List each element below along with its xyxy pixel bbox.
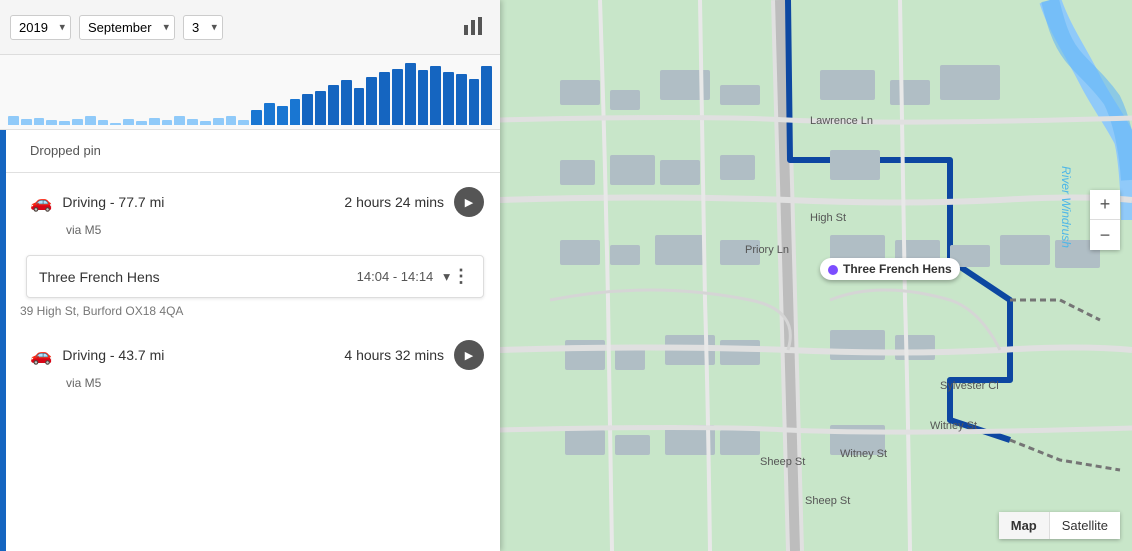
chart-bar	[456, 74, 467, 125]
chart-bar	[8, 116, 19, 125]
road-label-witney-2: Witney St	[930, 420, 977, 432]
day-select-wrapper[interactable]: 3 1 2	[183, 15, 223, 40]
second-drive-info: Driving - 43.7 mi	[62, 347, 344, 363]
chart-bar	[277, 106, 288, 125]
first-drive-via: via M5	[6, 221, 500, 247]
satellite-button[interactable]: Satellite	[1050, 512, 1120, 539]
chart-bar	[328, 85, 339, 125]
top-bar: 2019 2018 2020 September January Februar…	[0, 0, 500, 55]
first-drive-row: 🚗 Driving - 77.7 mi 2 hours 24 mins ▶	[6, 173, 500, 221]
first-drive-info: Driving - 77.7 mi	[62, 194, 344, 210]
second-drive-duration: 4 hours 32 mins	[344, 347, 444, 363]
dropped-pin-label: Dropped pin	[30, 143, 101, 158]
chart-bar	[213, 118, 224, 125]
chart-bar	[443, 72, 454, 125]
year-select-wrapper[interactable]: 2019 2018 2020	[10, 15, 71, 40]
road-label-lawrence: Lawrence Ln	[810, 115, 873, 127]
chart-bar	[149, 118, 160, 125]
month-select-wrapper[interactable]: September January February	[79, 15, 175, 40]
zoom-in-button[interactable]: +	[1090, 190, 1120, 220]
left-panel: 2019 2018 2020 September January Februar…	[0, 0, 500, 551]
chart-bar	[302, 94, 313, 125]
chart-bar	[354, 88, 365, 125]
road-label-priory: Priory Ln	[745, 244, 789, 256]
chart-bar	[200, 121, 211, 125]
chart-bar	[392, 69, 403, 125]
road-label-sheep-2: Sheep St	[760, 456, 805, 468]
first-drive-play-button[interactable]: ▶	[454, 187, 484, 217]
river-label: River Windrush	[1059, 166, 1073, 248]
chart-bar	[430, 66, 441, 125]
second-drive-play-button[interactable]: ▶	[454, 340, 484, 370]
chart-bar	[341, 80, 352, 125]
accent-bar	[0, 130, 6, 551]
year-select[interactable]: 2019 2018 2020	[10, 15, 71, 40]
chart-bar	[72, 119, 83, 125]
road-label-witney: Witney St	[840, 448, 887, 460]
bar-chart-icon	[462, 15, 484, 37]
location-more-button[interactable]: ⋮	[452, 266, 471, 287]
day-select[interactable]: 3 1 2	[183, 15, 223, 40]
chart-bar	[379, 72, 390, 125]
chart-bar	[315, 91, 326, 125]
location-address: 39 High St, Burford OX18 4QA	[0, 302, 500, 326]
second-drive-row: 🚗 Driving - 43.7 mi 4 hours 32 mins ▶	[6, 326, 500, 374]
chart-bar	[405, 63, 416, 125]
location-time: 14:04 - 14:14	[357, 269, 434, 284]
chart-bar	[238, 120, 249, 125]
map-button[interactable]: Map	[999, 512, 1050, 539]
car-icon: 🚗	[30, 192, 52, 213]
chart-bar	[34, 118, 45, 125]
chart-bar-last	[481, 66, 492, 125]
chart-bar	[59, 121, 70, 125]
location-chevron-button[interactable]: ▾	[443, 269, 450, 285]
car-icon-2: 🚗	[30, 345, 52, 366]
month-select[interactable]: September January February	[79, 15, 175, 40]
chart-bar	[98, 120, 109, 125]
road-label-high: High St	[810, 212, 846, 224]
dropped-pin-section: Dropped pin	[6, 130, 500, 173]
chart-bar	[123, 119, 134, 125]
road-label-sheep-3: Sheep St	[805, 495, 850, 507]
map-type-buttons: Map Satellite	[999, 512, 1120, 539]
chart-bar	[110, 123, 121, 125]
first-drive-duration: 2 hours 24 mins	[344, 194, 444, 210]
map-svg	[500, 0, 1132, 551]
chart-bar	[226, 116, 237, 125]
panel-content: Dropped pin 🚗 Driving - 77.7 mi 2 hours …	[0, 130, 500, 551]
road-label-sylvester: Sylvester Cl	[940, 380, 999, 392]
chart-bar	[162, 120, 173, 125]
second-drive-via: via M5	[6, 374, 500, 400]
location-card[interactable]: Three French Hens 14:04 - 14:14 ▾ ⋮	[26, 255, 484, 298]
chart-bar	[264, 103, 275, 125]
chart-bar	[469, 79, 480, 126]
chart-icon-button[interactable]	[456, 9, 490, 46]
chart-bar	[21, 119, 32, 125]
chart-bar	[366, 77, 377, 125]
chart-area	[0, 55, 500, 130]
chart-bar	[174, 116, 185, 125]
chart-bar	[85, 116, 96, 125]
chart-bar	[418, 70, 429, 125]
map-pin[interactable]: Three French Hens	[820, 258, 960, 280]
zoom-out-button[interactable]: −	[1090, 220, 1120, 250]
chart-bar	[136, 121, 147, 125]
map-area: Lawrence Ln High St Priory Ln Witney St …	[500, 0, 1132, 551]
chart-bar	[251, 110, 262, 126]
map-zoom-controls: + −	[1090, 190, 1120, 250]
chart-bar	[290, 99, 301, 125]
location-name: Three French Hens	[39, 269, 357, 285]
chart-bar	[46, 120, 57, 125]
chart-bar	[187, 119, 198, 125]
